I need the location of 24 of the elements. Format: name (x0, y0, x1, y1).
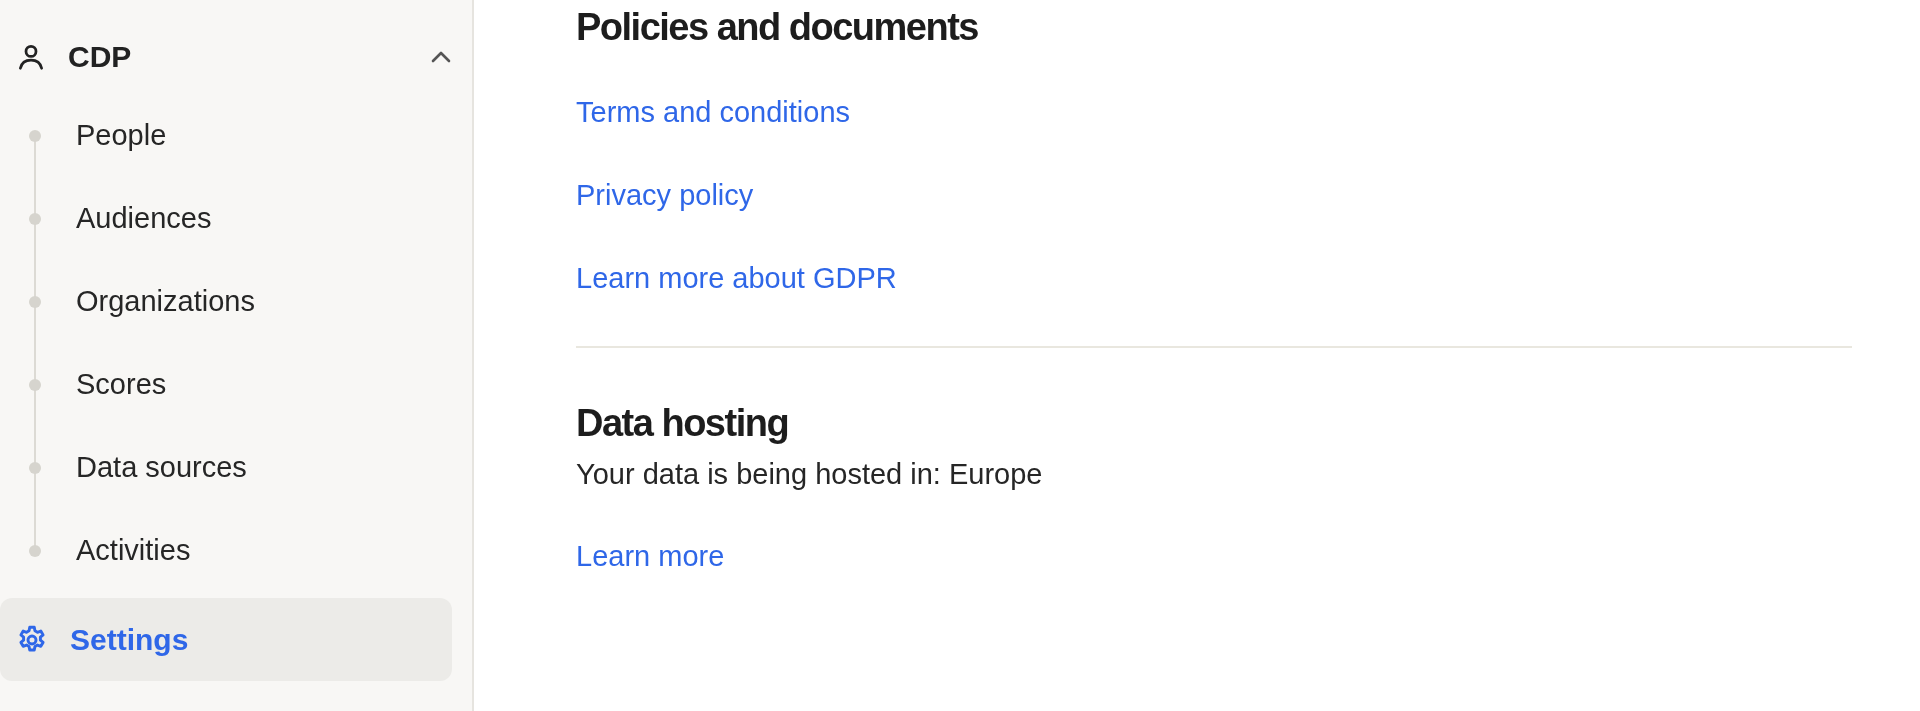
nav-item[interactable]: Scores (0, 343, 472, 426)
bullet-icon (29, 545, 41, 557)
bullet-icon (29, 296, 41, 308)
bullet-icon (29, 130, 41, 142)
nav-item[interactable]: Data sources (0, 426, 472, 509)
link[interactable]: Learn more about GDPR (576, 258, 897, 298)
section-text: Your data is being hosted in: Europe (576, 457, 1044, 492)
nav-label: Settings (70, 622, 189, 657)
chevron-up-icon (430, 50, 452, 64)
nav-item[interactable]: Activities (0, 509, 472, 592)
link[interactable]: Privacy policy (576, 175, 754, 215)
nav-item[interactable]: People (0, 94, 472, 177)
nav-item[interactable]: Organizations (0, 260, 472, 343)
section-title: Policies and documents (576, 5, 979, 50)
person-icon (16, 42, 46, 72)
link[interactable]: Learn more (576, 536, 725, 576)
nav-item[interactable]: Settings (0, 598, 452, 681)
bullet-icon (29, 462, 41, 474)
nav-group-toggle[interactable]: CDP (0, 22, 452, 92)
bullet-icon (29, 379, 41, 391)
nav-item[interactable]: Audiences (0, 177, 472, 260)
link[interactable]: Terms and conditions (576, 92, 851, 132)
section-title: Data hosting (576, 401, 790, 446)
bullet-icon (29, 213, 41, 225)
